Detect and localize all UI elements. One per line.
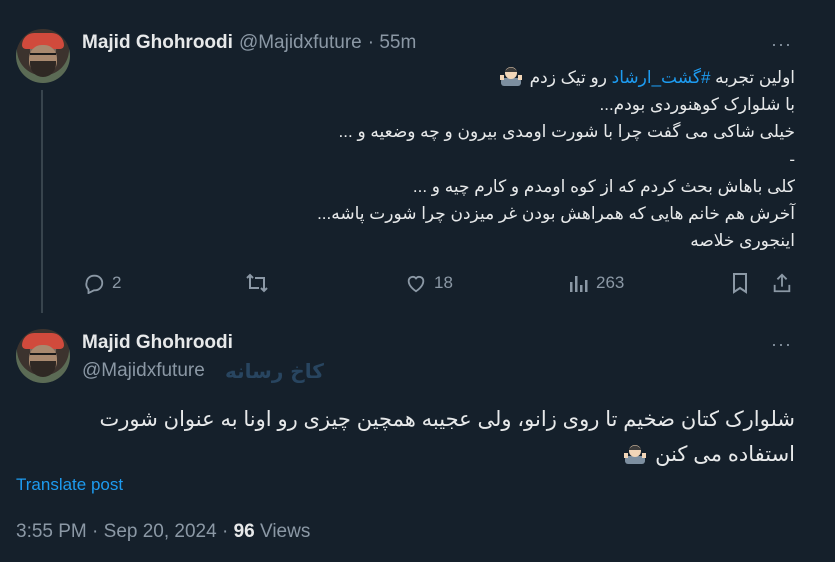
hashtag-link[interactable]: #گشت_ارشاد [612, 68, 711, 87]
reply-icon [83, 272, 105, 294]
retweet-button[interactable] [245, 272, 269, 294]
author-name[interactable]: Majid Ghohroodi [82, 332, 233, 354]
watermark: کاخ رسانه [225, 359, 324, 383]
translate-link[interactable]: Translate post [16, 475, 123, 495]
avatar[interactable] [16, 329, 70, 383]
author-name[interactable]: Majid Ghohroodi [82, 32, 233, 54]
more-icon[interactable]: ··· [771, 334, 792, 355]
like-button[interactable]: 18 [405, 272, 453, 294]
views-button[interactable]: 263 [569, 272, 624, 294]
shrug-emoji-icon [624, 441, 647, 464]
heart-icon [405, 272, 427, 294]
author-handle[interactable]: @Majidxfuture [82, 360, 205, 382]
tweet-text: اولین تجربه #گشت_ارشاد رو تیک زدم با شلو… [235, 64, 795, 254]
author-handle[interactable]: @Majidxfuture [239, 32, 362, 54]
views-count: 96 [233, 521, 255, 542]
shrug-emoji-icon [499, 65, 522, 87]
bookmark-button[interactable] [730, 272, 750, 294]
share-button[interactable] [771, 272, 793, 294]
tweet-header: Majid Ghohroodi @Majidxfuture · 55m [82, 32, 416, 54]
avatar[interactable] [16, 29, 70, 83]
reply-button[interactable]: 2 [83, 272, 121, 294]
bookmark-icon [730, 272, 750, 294]
timestamp[interactable]: · 55m [368, 32, 417, 54]
analytics-icon [569, 272, 589, 294]
timestamp[interactable]: 3:55 PM · Sep 20, 2024 · [16, 521, 234, 542]
retweet-icon [245, 272, 269, 294]
thread-line [41, 90, 43, 313]
share-icon [771, 272, 793, 294]
more-icon[interactable]: ··· [771, 34, 792, 55]
post-meta: 3:55 PM · Sep 20, 2024 · 96 Views [16, 521, 310, 543]
tweet-text: شلوارک کتان ضخیم تا روی زانو، ولی عجیبه … [99, 408, 795, 466]
views-label: Views [254, 521, 311, 542]
